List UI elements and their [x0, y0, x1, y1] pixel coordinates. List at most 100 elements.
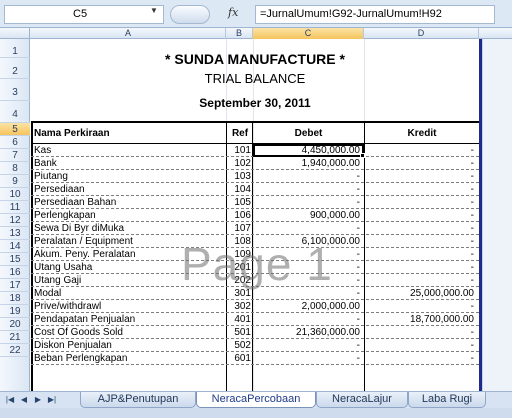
column-header-d[interactable]: D — [364, 28, 479, 39]
row-header[interactable]: 13 — [0, 227, 30, 240]
cell-credit[interactable]: - — [366, 339, 474, 352]
row-header[interactable]: 4 — [0, 101, 30, 123]
cell-account-name[interactable]: Pendapatan Penjualan — [34, 313, 224, 326]
row-header[interactable]: 18 — [0, 292, 30, 305]
cell-debit[interactable]: 1,940,000.00 — [254, 157, 360, 170]
row-header[interactable]: 19 — [0, 305, 30, 318]
cell-ref[interactable]: 302 — [227, 300, 251, 313]
row-header[interactable]: 15 — [0, 253, 30, 266]
formula-input[interactable]: =JurnalUmum!G92-JurnalUmum!H92 — [255, 5, 495, 24]
cell-debit[interactable]: - — [254, 170, 360, 183]
row-header[interactable]: 7 — [0, 149, 30, 162]
cell-account-name[interactable]: Prive/withdrawl — [34, 300, 224, 313]
cell-account-name[interactable]: Cost Of Goods Sold — [34, 326, 224, 339]
cell-debit[interactable]: 900,000.00 — [254, 209, 360, 222]
cell-credit[interactable]: 18,700,000.00 — [366, 313, 474, 326]
name-box-dropdown-icon[interactable]: ▼ — [150, 6, 158, 15]
cell-credit[interactable]: 25,000,000.00 — [366, 287, 474, 300]
row-header[interactable]: 1 — [0, 39, 30, 58]
cell-credit[interactable]: - — [366, 157, 474, 170]
select-all-button[interactable] — [0, 28, 30, 39]
cell-credit[interactable]: - — [366, 300, 474, 313]
cell-account-name[interactable]: Persediaan — [34, 183, 224, 196]
worksheet-grid[interactable]: * SUNDA MANUFACTURE * TRIAL BALANCE Sept… — [31, 39, 479, 391]
cell-credit[interactable]: - — [366, 222, 474, 235]
first-sheet-icon[interactable]: |◀ — [4, 394, 16, 406]
cell-ref[interactable]: 107 — [227, 222, 251, 235]
report-date: September 30, 2011 — [199, 96, 311, 110]
cell-credit[interactable]: - — [366, 144, 474, 157]
header-account-name: Nama Perkiraan — [34, 128, 110, 139]
last-sheet-icon[interactable]: ▶| — [46, 394, 58, 406]
cell-ref[interactable]: 501 — [227, 326, 251, 339]
formula-bar: C5 ▼ fx =JurnalUmum!G92-JurnalUmum!H92 — [0, 0, 512, 28]
vertical-scroll-area[interactable] — [482, 39, 512, 391]
cell-ref[interactable]: 103 — [227, 170, 251, 183]
cell-account-name[interactable]: Persediaan Bahan — [34, 196, 224, 209]
column-header-c[interactable]: C — [253, 28, 364, 39]
row-header[interactable]: 9 — [0, 175, 30, 188]
cell-account-name[interactable]: Diskon Penjualan — [34, 339, 224, 352]
cell-debit[interactable]: 2,000,000.00 — [254, 300, 360, 313]
cell-credit[interactable]: - — [366, 248, 474, 261]
row-header[interactable]: 17 — [0, 279, 30, 292]
cell-credit[interactable]: - — [366, 261, 474, 274]
cell-credit[interactable]: - — [366, 196, 474, 209]
insert-function-icon[interactable]: fx — [228, 6, 238, 19]
cell-debit[interactable]: - — [254, 196, 360, 209]
row-header[interactable]: 3 — [0, 79, 30, 101]
row-header[interactable]: 22 — [0, 344, 30, 357]
tab-neraca-lajur[interactable]: NeracaLajur — [316, 392, 408, 408]
cell-account-name[interactable]: Kas — [34, 144, 224, 157]
row-header[interactable]: 5 — [0, 123, 30, 136]
cell-account-name[interactable]: Sewa Di Byr diMuka — [34, 222, 224, 235]
cell-account-name[interactable]: Perlengkapan — [34, 209, 224, 222]
row-header[interactable]: 6 — [0, 136, 30, 149]
tab-ajp-penutupan[interactable]: AJP&Penutupan — [80, 392, 196, 408]
tab-laba-rugi[interactable]: Laba Rugi — [408, 392, 486, 408]
row-header[interactable]: 11 — [0, 201, 30, 214]
name-box[interactable]: C5 — [4, 5, 164, 24]
column-header-a[interactable]: A — [31, 28, 226, 39]
column-headers: A B C D — [0, 28, 512, 39]
cell-credit[interactable]: - — [366, 235, 474, 248]
row-header[interactable]: 16 — [0, 266, 30, 279]
fill-handle[interactable] — [360, 153, 365, 158]
cell-debit[interactable]: 21,360,000.00 — [254, 326, 360, 339]
row-header[interactable]: 14 — [0, 240, 30, 253]
cell-account-name[interactable]: Piutang — [34, 170, 224, 183]
active-cell-c5[interactable] — [253, 144, 364, 157]
cell-credit[interactable]: - — [366, 352, 474, 365]
cell-debit[interactable]: - — [254, 222, 360, 235]
cell-account-name[interactable]: Beban Perlengkapan — [34, 352, 224, 365]
row-header[interactable]: 10 — [0, 188, 30, 201]
cell-ref[interactable]: 502 — [227, 339, 251, 352]
tab-neraca-percobaan[interactable]: NeracaPercobaan — [196, 392, 316, 408]
cell-ref[interactable]: 104 — [227, 183, 251, 196]
cell-debit[interactable]: - — [254, 339, 360, 352]
cell-credit[interactable]: - — [366, 209, 474, 222]
row-header[interactable]: 21 — [0, 331, 30, 344]
cell-credit[interactable]: - — [366, 326, 474, 339]
row-header[interactable]: 2 — [0, 58, 30, 79]
cell-ref[interactable]: 106 — [227, 209, 251, 222]
cell-credit[interactable]: - — [366, 274, 474, 287]
previous-sheet-icon[interactable]: ◀ — [18, 394, 30, 406]
cell-ref[interactable]: 401 — [227, 313, 251, 326]
row-header[interactable]: 8 — [0, 162, 30, 175]
next-sheet-icon[interactable]: ▶ — [32, 394, 44, 406]
row-header[interactable]: 20 — [0, 318, 30, 331]
cell-ref[interactable]: 105 — [227, 196, 251, 209]
formula-bar-resize-handle[interactable] — [170, 5, 210, 24]
cell-ref[interactable]: 601 — [227, 352, 251, 365]
cell-credit[interactable]: - — [366, 183, 474, 196]
cell-credit[interactable]: - — [366, 170, 474, 183]
cell-debit[interactable]: - — [254, 183, 360, 196]
cell-account-name[interactable]: Bank — [34, 157, 224, 170]
cell-debit[interactable]: - — [254, 352, 360, 365]
cell-ref[interactable]: 102 — [227, 157, 251, 170]
cell-ref[interactable]: 101 — [227, 144, 251, 157]
row-header[interactable]: 12 — [0, 214, 30, 227]
column-header-b[interactable]: B — [226, 28, 253, 39]
cell-debit[interactable]: - — [254, 313, 360, 326]
